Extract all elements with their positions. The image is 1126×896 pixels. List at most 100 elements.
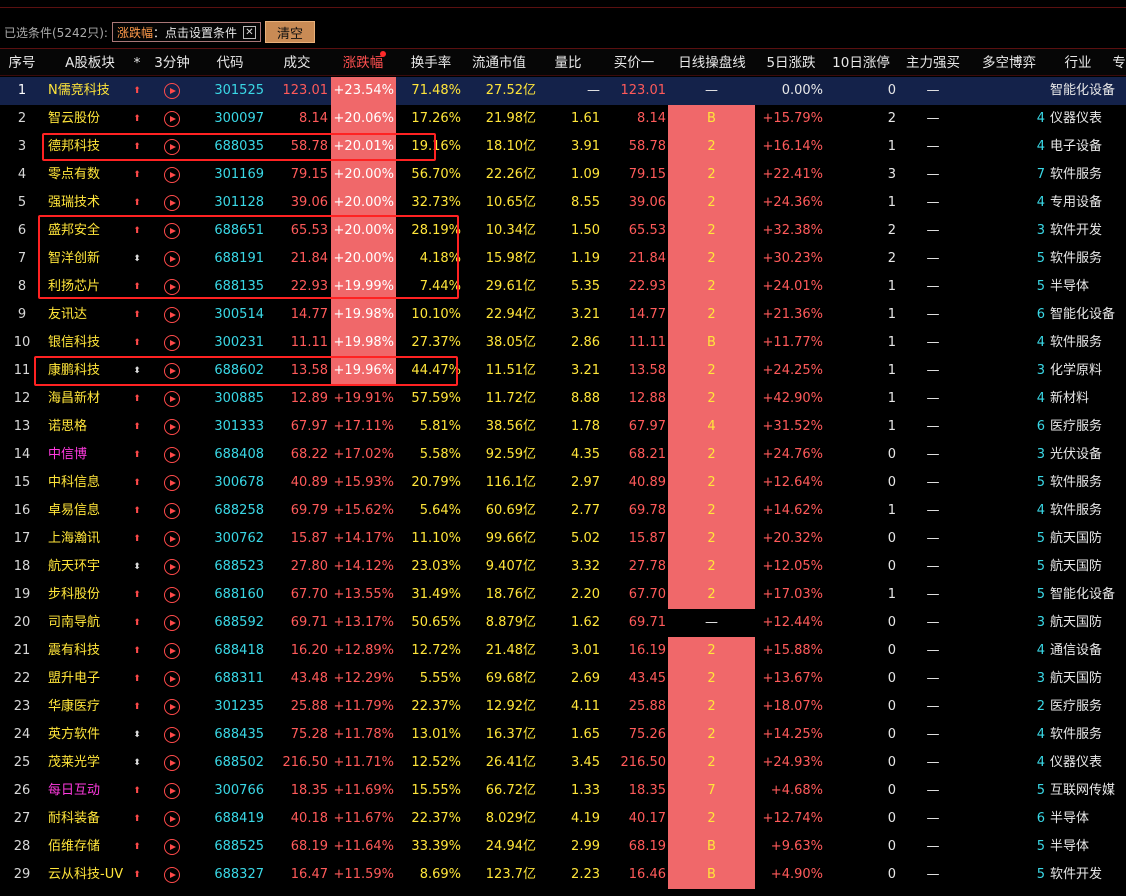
play-icon[interactable] xyxy=(164,755,180,771)
play-icon[interactable] xyxy=(164,111,180,127)
turnover-rate: 71.48% xyxy=(411,83,461,98)
table-row[interactable]: 8 利扬芯片 688135 22.93 +19.99% 7.44% 29.61亿 5.35 22… xyxy=(0,273,1126,301)
volume-ratio: 1.33 xyxy=(571,783,600,798)
play-icon[interactable] xyxy=(164,307,180,323)
play-icon[interactable] xyxy=(164,139,180,155)
col-header-bid1[interactable]: 买价一 xyxy=(608,49,660,77)
play-icon[interactable] xyxy=(164,615,180,631)
play-icon[interactable] xyxy=(164,531,180,547)
play-icon[interactable] xyxy=(164,587,180,603)
table-row[interactable]: 3 德邦科技 688035 58.78 +20.01% 19.16% 18.10亿 3.91 5… xyxy=(0,133,1126,161)
col-header-10d-limitup[interactable]: 10日涨停 xyxy=(828,49,894,77)
play-icon[interactable] xyxy=(164,839,180,855)
table-row[interactable]: 21 震有科技 688418 16.20 +12.89% 12.72% 21.48亿 3.01… xyxy=(0,637,1126,665)
table-row[interactable]: 4 零点有数 301169 79.15 +20.00% 56.70% 22.26亿 1.09 7… xyxy=(0,161,1126,189)
play-icon[interactable] xyxy=(164,475,180,491)
play-icon[interactable] xyxy=(164,447,180,463)
play-icon[interactable] xyxy=(164,419,180,435)
change-percent: +19.96% xyxy=(331,357,396,385)
col-header-star[interactable]: * xyxy=(130,49,144,77)
arrow-up-icon: ⬆ xyxy=(133,114,141,124)
col-header-industry[interactable]: 行业 xyxy=(1056,49,1100,77)
arrow-up-icon: ⬆ xyxy=(133,338,141,348)
change-percent: +20.01% xyxy=(331,133,396,161)
play-icon[interactable] xyxy=(164,503,180,519)
table-row[interactable]: 17 上海瀚讯 300762 15.87 +14.17% 11.10% 99.66亿 5.02… xyxy=(0,525,1126,553)
table-row[interactable]: 24 英方软件 688435 75.28 +11.78% 13.01% 16.37亿 1.65… xyxy=(0,721,1126,749)
arrow-up-icon: ⬆ xyxy=(133,702,141,712)
table-row[interactable]: 7 智洋创新 688191 21.84 +20.00% 4.18% 15.98亿 1.19 21… xyxy=(0,245,1126,273)
volume-ratio: 8.55 xyxy=(571,195,600,210)
change-percent: +23.54% xyxy=(331,77,396,105)
industry: 航天国防 xyxy=(1050,559,1103,574)
volume-ratio: 5.02 xyxy=(571,531,600,546)
table-row[interactable]: 12 海昌新材 300885 12.89 +19.91% 57.59% 11.72亿 8.88… xyxy=(0,385,1126,413)
arrow-up-icon: ⬆ xyxy=(133,842,141,852)
col-header-turnover[interactable]: 换手率 xyxy=(404,49,458,77)
row-index: 27 xyxy=(13,811,31,826)
table-row[interactable]: 6 盛邦安全 688651 65.53 +20.00% 28.19% 10.34亿 1.50 6… xyxy=(0,217,1126,245)
play-icon[interactable] xyxy=(164,643,180,659)
play-icon[interactable] xyxy=(164,223,180,239)
col-header-5d-change[interactable]: 5日涨跌 xyxy=(760,49,822,77)
table-row[interactable]: 13 诺思格 301333 67.97 +17.11% 5.81% 38.56亿 1.78 67… xyxy=(0,413,1126,441)
col-header-board[interactable]: A股板块 xyxy=(55,49,125,77)
col-header-extra[interactable]: 专 xyxy=(1112,49,1126,77)
table-row[interactable]: 11 康鹏科技 688602 13.58 +19.96% 44.47% 11.51亿 3.21… xyxy=(0,357,1126,385)
table-row[interactable]: 18 航天环宇 688523 27.80 +14.12% 23.03% 9.407亿 3.32… xyxy=(0,553,1126,581)
table-row[interactable]: 2 智云股份 300097 8.14 +20.06% 17.26% 21.98亿 1.61 8.… xyxy=(0,105,1126,133)
col-header-code[interactable]: 代码 xyxy=(205,49,255,77)
table-row[interactable]: 26 每日互动 300766 18.35 +11.69% 15.55% 66.72亿 1.33… xyxy=(0,777,1126,805)
col-header-main-buy[interactable]: 主力强买 xyxy=(900,49,966,77)
table-row[interactable]: 29 云从科技-UV 688327 16.47 +11.59% 8.69% 123.7亿 2.… xyxy=(0,861,1126,889)
col-header-3min[interactable]: 3分钟 xyxy=(150,49,194,77)
table-row[interactable]: 28 佰维存储 688525 68.19 +11.64% 33.39% 24.94亿 2.99… xyxy=(0,833,1126,861)
change-filter-tag[interactable]: 涨跌幅 ：点击设置条件 ✕ xyxy=(111,22,261,42)
table-row[interactable]: 20 司南导航 688592 69.71 +13.17% 50.65% 8.879亿 1.62… xyxy=(0,609,1126,637)
play-icon[interactable] xyxy=(164,699,180,715)
table-row[interactable]: 19 步科股份 688160 67.70 +13.55% 31.49% 18.76亿 2.20… xyxy=(0,581,1126,609)
play-icon[interactable] xyxy=(164,391,180,407)
float-market-cap: 123.7亿 xyxy=(485,867,536,882)
col-header-volume-ratio[interactable]: 量比 xyxy=(548,49,588,77)
play-icon[interactable] xyxy=(164,335,180,351)
play-icon[interactable] xyxy=(164,559,180,575)
play-icon[interactable] xyxy=(164,279,180,295)
table-row[interactable]: 23 华康医疗 301235 25.88 +11.79% 22.37% 12.92亿 4.11… xyxy=(0,693,1126,721)
play-icon[interactable] xyxy=(164,363,180,379)
play-icon[interactable] xyxy=(164,783,180,799)
last-price: 11.11 xyxy=(290,335,328,350)
clear-button[interactable]: 清空 xyxy=(264,21,315,43)
play-icon[interactable] xyxy=(164,195,180,211)
table-row[interactable]: 15 中科信息 300678 40.89 +15.93% 20.79% 116.1亿 2.97… xyxy=(0,469,1126,497)
play-icon[interactable] xyxy=(164,251,180,267)
table-row[interactable]: 16 卓易信息 688258 69.79 +15.62% 5.64% 60.69亿 2.77 6… xyxy=(0,497,1126,525)
change-percent: +17.11% xyxy=(333,419,394,434)
long-short-value: 4 xyxy=(1036,727,1045,742)
table-row[interactable]: 9 友讯达 300514 14.77 +19.98% 10.10% 22.94亿 3.21 14… xyxy=(0,301,1126,329)
table-row[interactable]: 27 耐科装备 688419 40.18 +11.67% 22.37% 8.029亿 4.19… xyxy=(0,805,1126,833)
play-icon[interactable] xyxy=(164,811,180,827)
turnover-rate: 19.16% xyxy=(411,139,461,154)
col-header-daily-line[interactable]: 日线操盘线 xyxy=(672,49,752,77)
play-icon[interactable] xyxy=(164,671,180,687)
col-header-long-short[interactable]: 多空博弈 xyxy=(974,49,1044,77)
table-row[interactable]: 14 中信博 688408 68.22 +17.02% 5.58% 92.59亿 4.35 68… xyxy=(0,441,1126,469)
table-row[interactable]: 10 银信科技 300231 11.11 +19.98% 27.37% 38.05亿 2.86… xyxy=(0,329,1126,357)
play-icon[interactable] xyxy=(164,867,180,883)
main-force-buy: — xyxy=(926,839,940,854)
play-icon[interactable] xyxy=(164,727,180,743)
row-index: 12 xyxy=(13,391,31,406)
table-row[interactable]: 22 盟升电子 688311 43.48 +12.29% 5.55% 69.68亿 2.69 4… xyxy=(0,665,1126,693)
five-day-change: +24.36% xyxy=(762,195,823,210)
col-header-market-cap[interactable]: 流通市值 xyxy=(466,49,532,77)
col-header-index[interactable]: 序号 xyxy=(0,49,44,77)
close-icon[interactable]: ✕ xyxy=(242,25,256,39)
change-percent: +20.00% xyxy=(331,189,396,217)
table-row[interactable]: 5 强瑞技术 301128 39.06 +20.00% 32.73% 10.65亿 8.55 3… xyxy=(0,189,1126,217)
play-icon[interactable] xyxy=(164,83,180,99)
table-row[interactable]: 25 茂莱光学 688502 216.50 +11.71% 12.52% 26.41亿 3.4… xyxy=(0,749,1126,777)
col-header-volume[interactable]: 成交 xyxy=(275,49,319,77)
table-row[interactable]: 1 N儒竞科技 301525 123.01 +23.54% 71.48% 27.52亿 —12… xyxy=(0,77,1126,105)
play-icon[interactable] xyxy=(164,167,180,183)
